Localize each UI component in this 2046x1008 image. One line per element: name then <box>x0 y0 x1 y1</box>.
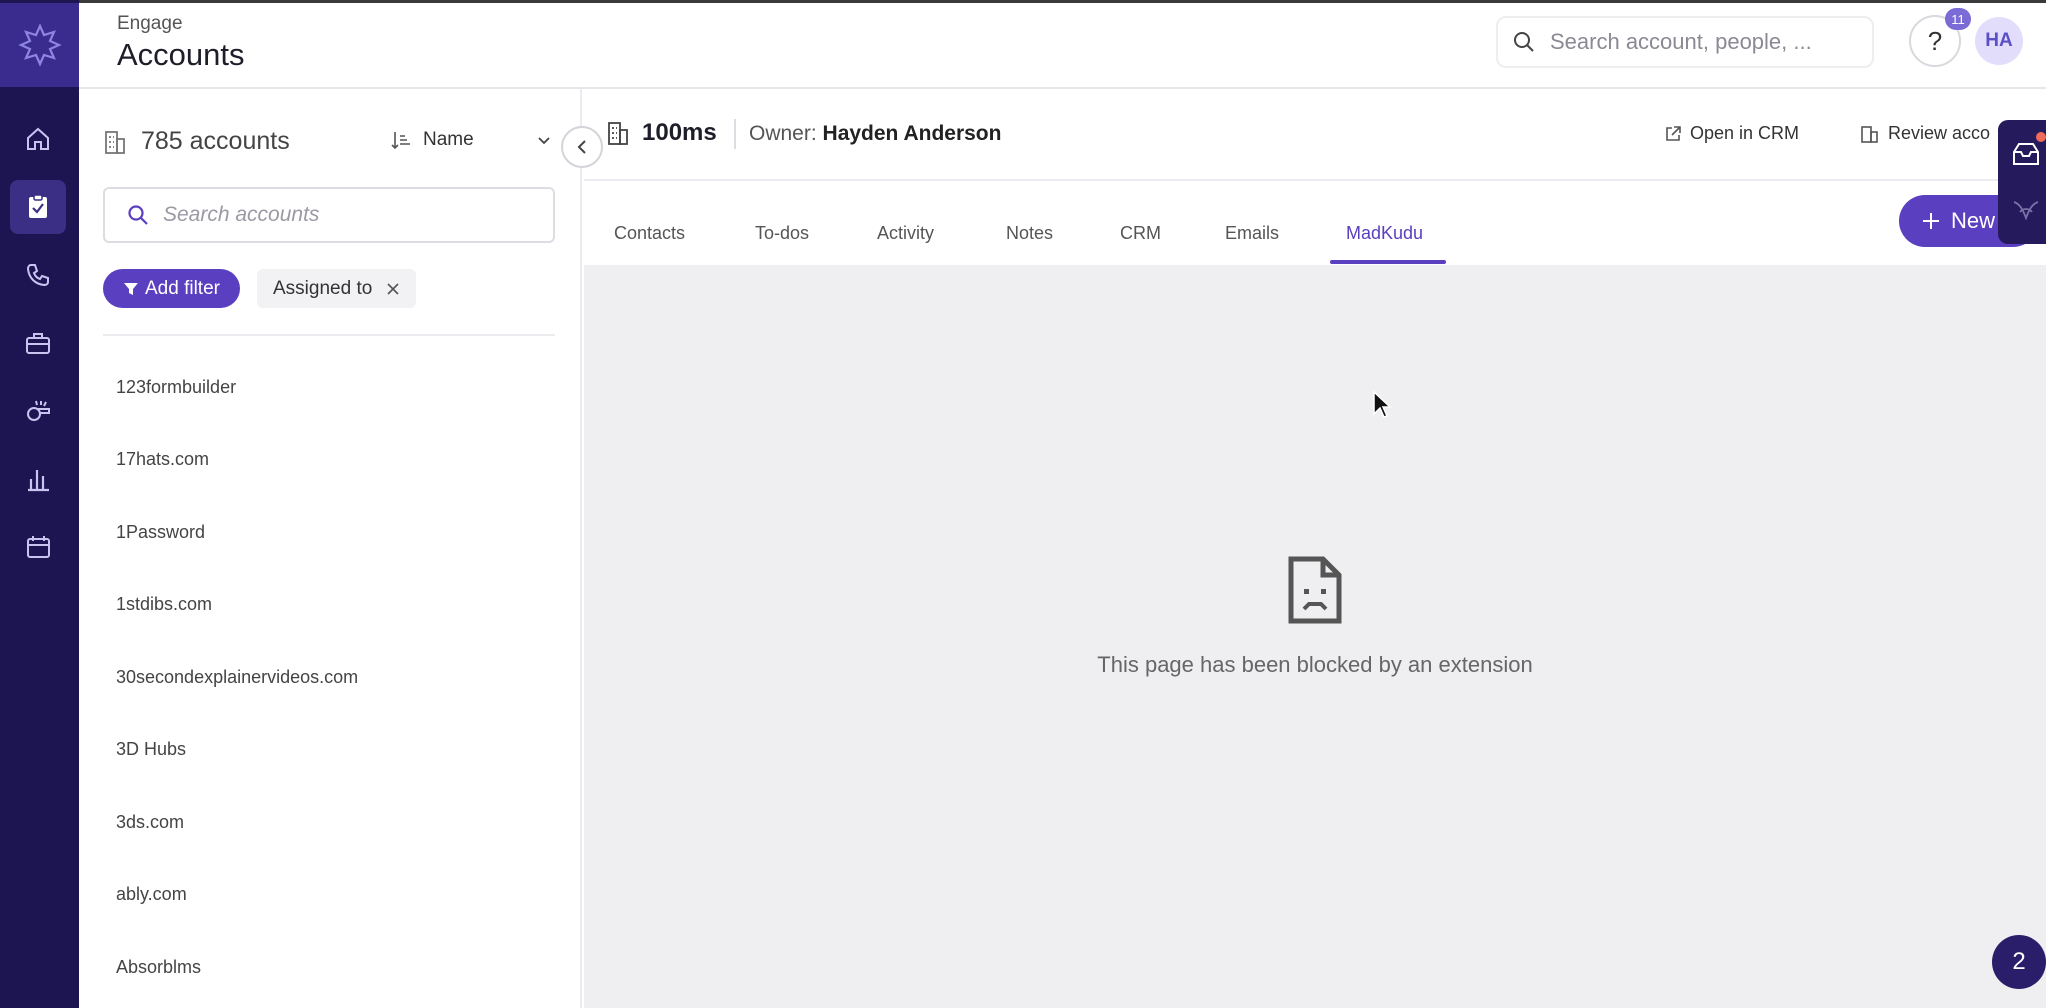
top-header: Engage Accounts Search account, people, … <box>79 3 2046 89</box>
tab-to-dos[interactable]: To-dos <box>755 223 809 244</box>
new-button-label: New <box>1951 208 1996 233</box>
tab-contacts[interactable]: Contacts <box>614 223 685 244</box>
add-filter-label: Add filter <box>145 277 220 299</box>
accounts-search-placeholder: Search accounts <box>163 203 320 226</box>
active-tab-indicator <box>1330 260 1446 264</box>
sort-icon <box>391 132 410 150</box>
external-link-icon <box>1666 125 1681 141</box>
tab-madkudu[interactable]: MadKudu <box>1346 223 1423 244</box>
whistle-icon[interactable] <box>10 384 66 438</box>
madkudu-content: This page has been blocked by an extensi… <box>584 265 2046 1008</box>
notification-dot <box>2036 132 2046 142</box>
accounts-count-label: 785 accounts <box>141 127 290 155</box>
page-title: Accounts <box>117 37 245 72</box>
list-item[interactable]: 3ds.com <box>116 812 184 833</box>
building-icon <box>1861 125 1878 143</box>
filter-chip-label: Assigned to <box>273 277 373 299</box>
sort-label: Name <box>423 129 474 150</box>
tab-notes[interactable]: Notes <box>1006 223 1053 244</box>
review-account-label: Review acco <box>1888 123 1991 143</box>
list-item[interactable]: ably.com <box>116 884 187 905</box>
todo-clipboard-icon[interactable] <box>10 180 66 234</box>
collapse-panel-button[interactable] <box>561 126 603 168</box>
left-nav <box>0 0 79 1008</box>
global-search-placeholder: Search account, people, ... <box>1550 29 1812 54</box>
breadcrumb[interactable]: Engage <box>117 13 183 35</box>
account-name: 100ms <box>606 119 717 147</box>
bird-icon[interactable] <box>2012 196 2040 222</box>
phone-icon[interactable] <box>10 248 66 302</box>
calendar-icon[interactable] <box>10 520 66 574</box>
mouse-cursor-icon <box>1373 390 1392 418</box>
chevron-left-icon <box>577 140 586 154</box>
account-name-label: 100ms <box>642 119 717 146</box>
blocked-message: This page has been blocked by an extensi… <box>1097 652 1533 677</box>
sort-dropdown[interactable]: Name <box>391 129 552 151</box>
owner-prefix: Owner: <box>749 122 817 145</box>
app-logo-icon[interactable] <box>0 3 79 87</box>
tab-crm[interactable]: CRM <box>1120 223 1161 244</box>
account-detail-header: 100ms Owner: Hayden Anderson Open in CRM… <box>584 89 2046 181</box>
accounts-panel: 785 accounts Name Search accounts Add fi… <box>79 89 582 1008</box>
extension-strip <box>1998 120 2046 244</box>
avatar[interactable]: HA <box>1975 17 2023 65</box>
close-icon[interactable] <box>386 282 400 296</box>
accounts-count: 785 accounts <box>103 127 290 156</box>
list-item[interactable]: 30secondexplainervideos.com <box>116 667 358 688</box>
chat-widget-button[interactable]: 2 <box>1992 935 2046 989</box>
review-account-link[interactable]: Review acco <box>1860 123 1990 144</box>
global-search-input[interactable]: Search account, people, ... <box>1496 16 1874 68</box>
plus-icon <box>1923 213 1939 229</box>
list-item[interactable]: Absorblms <box>116 957 201 978</box>
sad-document-icon <box>1288 556 1342 624</box>
list-item[interactable]: 123formbuilder <box>116 377 236 398</box>
search-icon <box>1514 32 1534 52</box>
list-item[interactable]: 17hats.com <box>116 449 209 470</box>
add-filter-button[interactable]: Add filter <box>103 269 240 308</box>
owner-name: Hayden Anderson <box>822 122 1002 145</box>
building-icon <box>608 122 628 145</box>
open-in-crm-link[interactable]: Open in CRM <box>1664 123 1799 144</box>
briefcase-icon[interactable] <box>10 316 66 370</box>
filter-icon <box>124 282 138 295</box>
divider <box>734 119 736 149</box>
tab-emails[interactable]: Emails <box>1225 223 1279 244</box>
open-in-crm-label: Open in CRM <box>1690 123 1800 143</box>
home-icon[interactable] <box>10 112 66 166</box>
accounts-search-input[interactable]: Search accounts <box>103 187 555 243</box>
chevron-down-icon <box>538 137 550 145</box>
filter-chip-assigned-to[interactable]: Assigned to <box>257 269 417 308</box>
bar-chart-icon[interactable] <box>10 452 66 506</box>
list-item[interactable]: 1stdibs.com <box>116 594 212 615</box>
divider <box>103 334 555 336</box>
search-icon <box>128 205 148 225</box>
list-item[interactable]: 1Password <box>116 522 205 543</box>
owner-info: Owner: Hayden Anderson <box>749 122 1001 146</box>
detail-tabs: Contacts To-dos Activity Notes CRM Email… <box>584 181 2046 265</box>
notification-badge: 11 <box>1945 8 1971 30</box>
list-item[interactable]: 3D Hubs <box>116 739 186 760</box>
inbox-icon[interactable] <box>2012 142 2040 166</box>
building-icon <box>105 130 125 154</box>
tab-activity[interactable]: Activity <box>877 223 934 244</box>
blocked-page-notice: This page has been blocked by an extensi… <box>584 555 2046 678</box>
